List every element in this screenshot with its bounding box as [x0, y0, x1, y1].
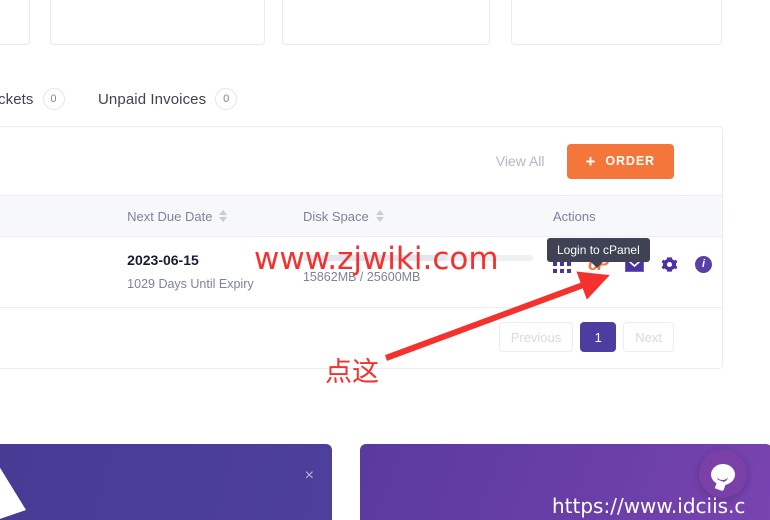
isometric-laptop-illustration	[0, 467, 26, 519]
cpanel-tooltip: Login to cPanel	[547, 238, 650, 268]
stat-card[interactable]	[50, 0, 265, 45]
view-all-link[interactable]: View All	[496, 153, 545, 169]
pagination-next[interactable]: Next	[623, 322, 674, 352]
col-actions-label: Actions	[552, 208, 596, 224]
col-disk-space-label: Disk Space	[302, 208, 369, 224]
tab-unpaid-invoices-badge: 0	[215, 88, 238, 110]
tab-unpaid-invoices[interactable]: Unpaid Invoices 0	[98, 88, 238, 110]
promo-banner-area: × Register a New Domain	[0, 444, 770, 520]
disk-usage-bar	[302, 255, 533, 261]
table-head: Next Due Date Disk Space Actions	[0, 195, 722, 237]
col-actions: Actions	[542, 195, 722, 237]
pagination-previous[interactable]: Previous	[498, 322, 574, 352]
table-header-row: Next Due Date Disk Space Actions	[0, 195, 722, 237]
tab-tickets-label: ckets	[0, 90, 34, 108]
disk-space-value: 15862MB / 25600MB	[302, 270, 421, 284]
col-disk-space[interactable]: Disk Space	[292, 195, 543, 237]
pagination-page-1[interactable]: 1	[580, 322, 617, 352]
order-button-label: ORDER	[605, 154, 655, 168]
panel-toolbar: View All + ORDER	[0, 127, 722, 195]
stat-card[interactable]	[282, 0, 490, 45]
info-icon[interactable]: i	[695, 255, 712, 273]
sort-icon[interactable]	[219, 210, 228, 222]
order-button[interactable]: + ORDER	[566, 143, 674, 179]
next-due-date-value: 2023-06-15	[127, 252, 199, 268]
tab-tickets-badge: 0	[42, 88, 65, 110]
col-spacer	[0, 195, 118, 237]
banner-close-icon[interactable]: ×	[305, 468, 314, 484]
plus-icon: +	[585, 151, 597, 171]
chat-bubble-icon	[711, 463, 735, 485]
gear-icon[interactable]	[661, 256, 678, 273]
stat-card[interactable]	[511, 0, 722, 45]
cell-next-due-date: 2023-06-15 1029 Days Until Expiry	[117, 236, 293, 308]
col-next-due-date[interactable]: Next Due Date	[117, 195, 293, 237]
promo-banner-left[interactable]: ×	[0, 444, 332, 520]
cell-disk-space: 15862MB / 25600MB	[292, 236, 543, 308]
page-root: ckets 0 Unpaid Invoices 0 View All + ORD…	[0, 0, 770, 520]
row-spacer-cell	[0, 236, 118, 308]
tab-unpaid-invoices-label: Unpaid Invoices	[98, 90, 207, 108]
col-next-due-date-label: Next Due Date	[127, 208, 213, 224]
pagination: Previous 1 Next	[0, 308, 722, 368]
tab-tickets[interactable]: ckets 0	[0, 88, 65, 110]
days-until-expiry-value: 1029 Days Until Expiry	[127, 277, 254, 291]
chat-widget-button[interactable]	[699, 450, 747, 498]
sort-icon[interactable]	[375, 210, 384, 222]
tab-bar: ckets 0 Unpaid Invoices 0	[0, 78, 770, 120]
stat-card[interactable]	[0, 0, 30, 45]
stats-cards-strip	[0, 0, 770, 45]
